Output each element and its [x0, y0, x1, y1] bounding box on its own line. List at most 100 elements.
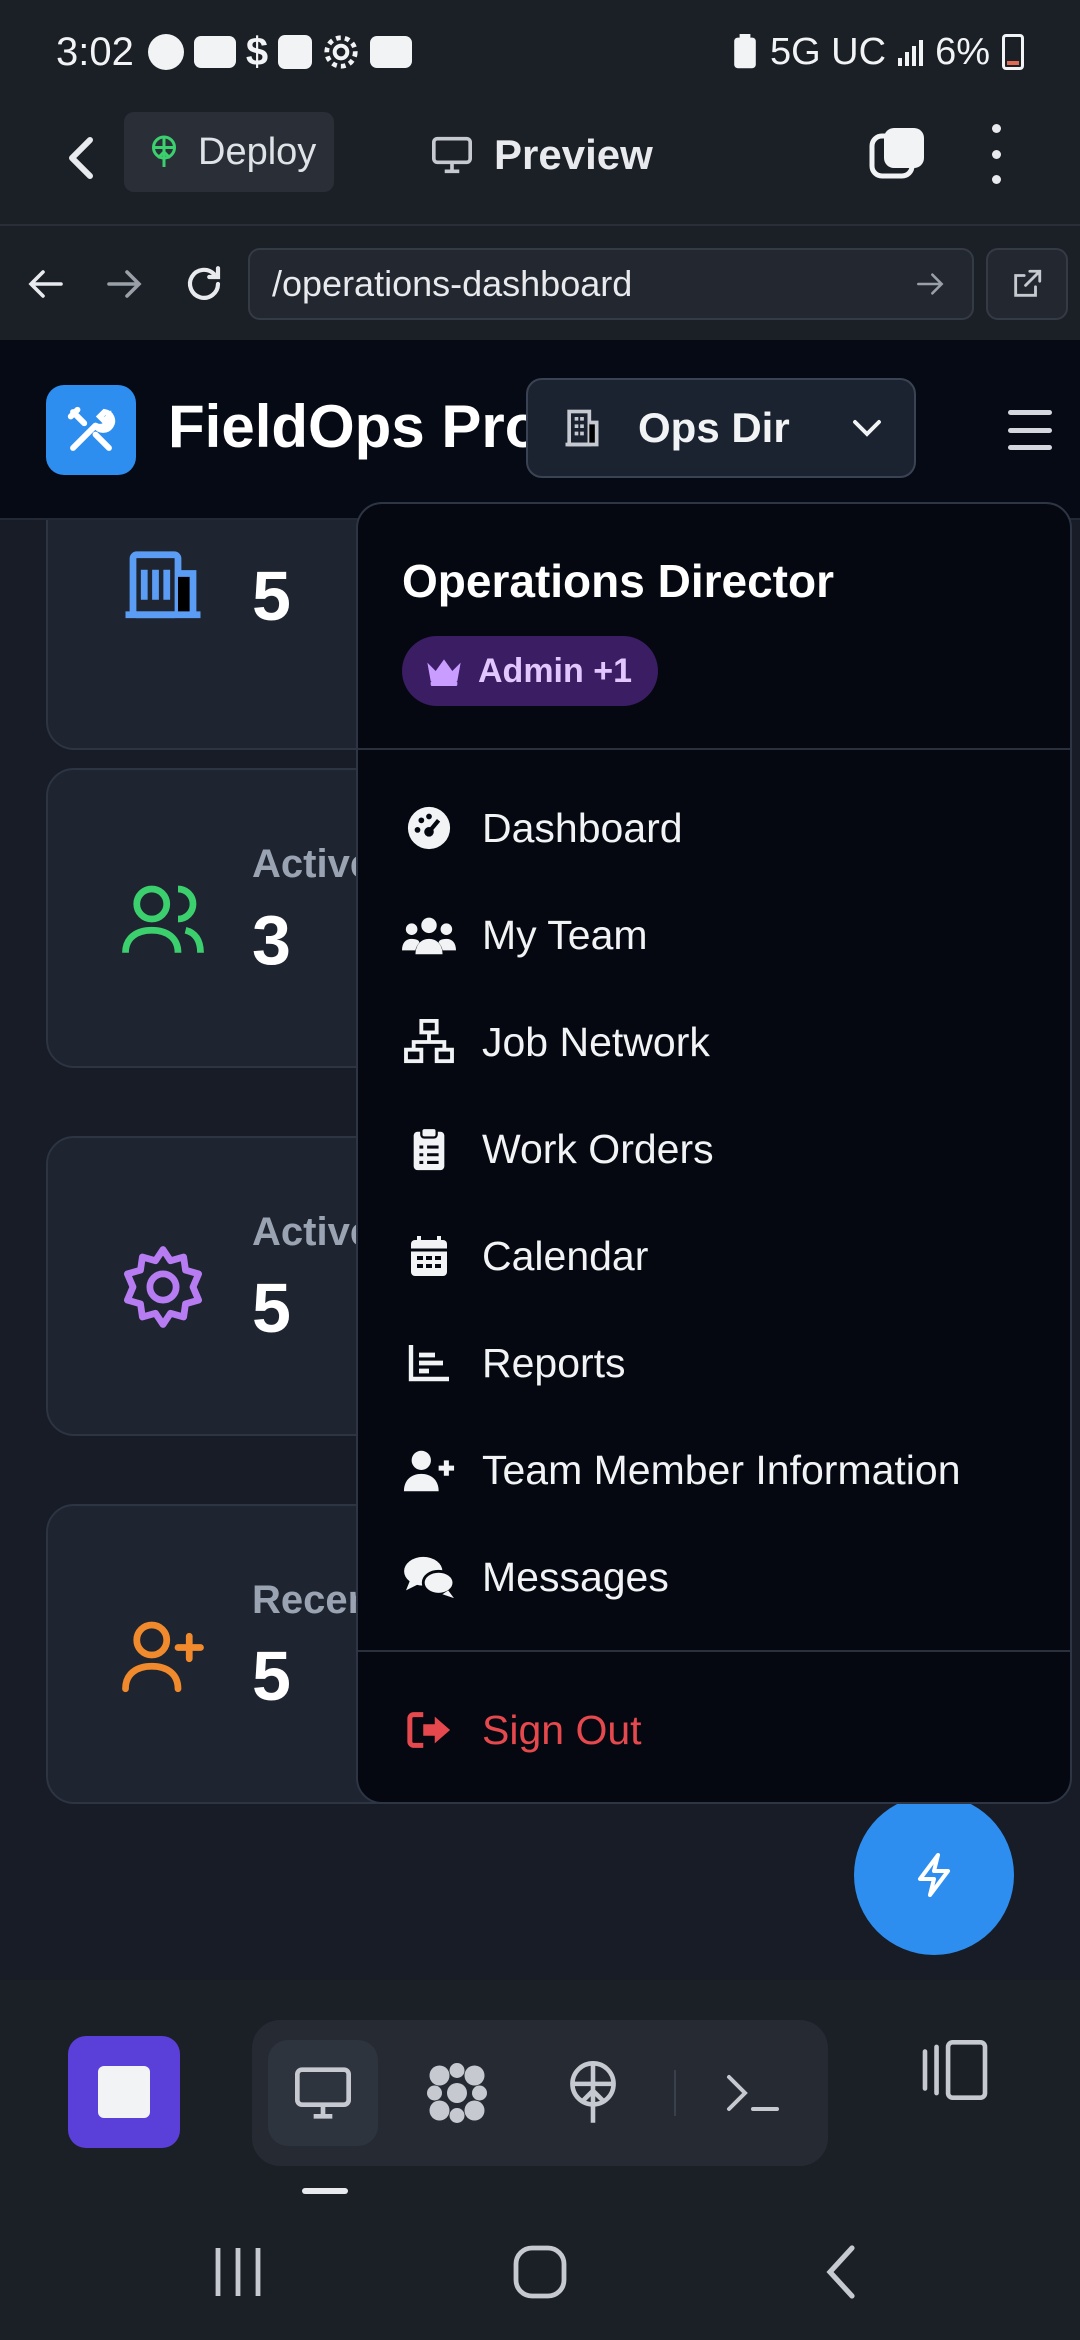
quick-action-button[interactable] — [854, 1795, 1014, 1955]
sign-out-icon — [400, 1701, 458, 1759]
app-logo[interactable] — [46, 385, 136, 475]
apps-icon — [427, 2063, 487, 2123]
browser-back-button[interactable] — [18, 256, 74, 312]
gallery-icon — [278, 35, 313, 69]
sign-out-label: Sign Out — [482, 1706, 642, 1753]
workspace-view-button[interactable] — [402, 2040, 512, 2146]
toolbar-divider — [674, 2070, 676, 2116]
stat-label: Active — [252, 1210, 373, 1254]
arrow-right-icon — [107, 270, 142, 298]
stat-value: 5 — [252, 557, 291, 635]
dollar-icon: $ — [245, 29, 269, 74]
menu-item-label: Job Network — [482, 1018, 710, 1065]
clipboard-icon — [400, 1120, 458, 1178]
team-icon — [400, 906, 458, 964]
preview-view-button[interactable] — [268, 2040, 378, 2146]
menu-item-calendar[interactable]: Calendar — [358, 1208, 1070, 1304]
menu-header: Operations Director Admin +1 — [358, 504, 1070, 750]
monitor-icon — [432, 136, 472, 174]
network-type: 5G UC — [769, 30, 887, 73]
calendar-icon — [400, 1227, 458, 1285]
deploy-button[interactable]: Deploy — [124, 112, 334, 192]
menu-item-label: Reports — [482, 1339, 626, 1386]
settings-icon — [324, 35, 358, 69]
go-button[interactable] — [910, 264, 950, 304]
deploy-icon — [570, 2061, 616, 2123]
building-icon — [125, 551, 201, 619]
deploy-icon — [152, 135, 176, 167]
tools-icon — [67, 406, 116, 451]
youtube-icon — [193, 36, 236, 68]
more-options-button[interactable] — [984, 124, 1008, 184]
active-view-indicator — [302, 2188, 348, 2194]
status-bar: 3:02 $ 5G UC 6% — [0, 0, 1080, 104]
menu-item-label: Dashboard — [482, 804, 683, 851]
battery-icon — [1002, 34, 1024, 70]
reload-button[interactable] — [176, 256, 232, 312]
stat-label: Active — [252, 842, 373, 886]
recent-apps-button[interactable] — [208, 2244, 268, 2300]
open-external-button[interactable] — [986, 248, 1068, 320]
stop-button[interactable] — [68, 2036, 180, 2148]
battery-saver-icon — [734, 34, 756, 69]
menu-divider — [358, 1650, 1070, 1652]
menu-item-label: Calendar — [482, 1232, 649, 1279]
battery-percent: 6% — [935, 30, 990, 73]
menu-item-label: Work Orders — [482, 1125, 714, 1172]
deploy-view-button[interactable] — [538, 2040, 648, 2146]
brand-name: FieldOps Pro — [168, 393, 542, 460]
reload-icon — [187, 266, 221, 300]
messenger-icon — [147, 34, 184, 70]
clock: 3:02 — [56, 29, 134, 74]
role-title: Operations Director — [402, 555, 834, 607]
bottom-toolbar — [0, 1980, 1080, 2200]
url-field[interactable]: /operations-dashboard — [248, 248, 974, 320]
home-button[interactable] — [510, 2244, 570, 2300]
chevron-left-icon — [69, 137, 93, 179]
role-badge: Admin +1 — [402, 636, 658, 706]
back-button[interactable] — [52, 128, 112, 188]
monitor-icon — [295, 2067, 351, 2119]
role-selector[interactable]: Ops Dir — [526, 378, 916, 478]
stat-label: Recen — [252, 1578, 373, 1622]
menu-item-label: My Team — [482, 911, 648, 958]
system-navigation-bar — [0, 2200, 1080, 2340]
chevron-down-icon — [853, 420, 881, 437]
stat-value: 3 — [252, 901, 291, 979]
view-switcher — [252, 2020, 828, 2166]
stat-value: 5 — [252, 1269, 291, 1347]
menu-item-job-network[interactable]: Job Network — [358, 994, 1070, 1090]
menu-item-team-member-information[interactable]: Team Member Information — [358, 1422, 1070, 1518]
menu-item-messages[interactable]: Messages — [358, 1529, 1070, 1625]
youtube-icon — [370, 36, 413, 68]
users-icon — [122, 885, 204, 954]
console-view-button[interactable] — [698, 2040, 808, 2146]
arrow-left-icon — [28, 270, 63, 298]
preview-tab[interactable]: Preview — [430, 120, 653, 190]
browser-forward-button[interactable] — [96, 256, 152, 312]
sign-out-button[interactable]: Sign Out — [358, 1682, 1070, 1778]
gauge-icon — [400, 799, 458, 857]
menu-item-dashboard[interactable]: Dashboard — [358, 780, 1070, 876]
browser-nav-bar: /operations-dashboard — [0, 224, 1080, 340]
role-label: Ops Dir — [638, 404, 790, 451]
hamburger-menu-button[interactable] — [1008, 410, 1052, 450]
app-header: FieldOps Pro Ops Dir — [0, 340, 1080, 520]
menu-item-reports[interactable]: Reports — [358, 1315, 1070, 1411]
device-toggle-button[interactable] — [920, 2040, 996, 2116]
arrow-right-icon — [917, 273, 944, 295]
user-plus-icon — [400, 1441, 458, 1499]
lightning-icon — [918, 1853, 950, 1897]
system-back-button[interactable] — [812, 2244, 872, 2300]
tabs-button[interactable] — [868, 124, 928, 184]
menu-item-work-orders[interactable]: Work Orders — [358, 1101, 1070, 1197]
menu-item-my-team[interactable]: My Team — [358, 887, 1070, 983]
role-dropdown-menu: Operations Director Admin +1 Dashboard M… — [356, 502, 1072, 1804]
notification-icons: $ — [147, 29, 413, 75]
url-text: /operations-dashboard — [272, 263, 633, 304]
signal-icon — [898, 38, 924, 66]
building-icon — [565, 409, 599, 447]
menu-item-label: Team Member Information — [482, 1446, 961, 1493]
menu-item-label: Messages — [482, 1553, 669, 1600]
gear-icon — [124, 1246, 202, 1328]
